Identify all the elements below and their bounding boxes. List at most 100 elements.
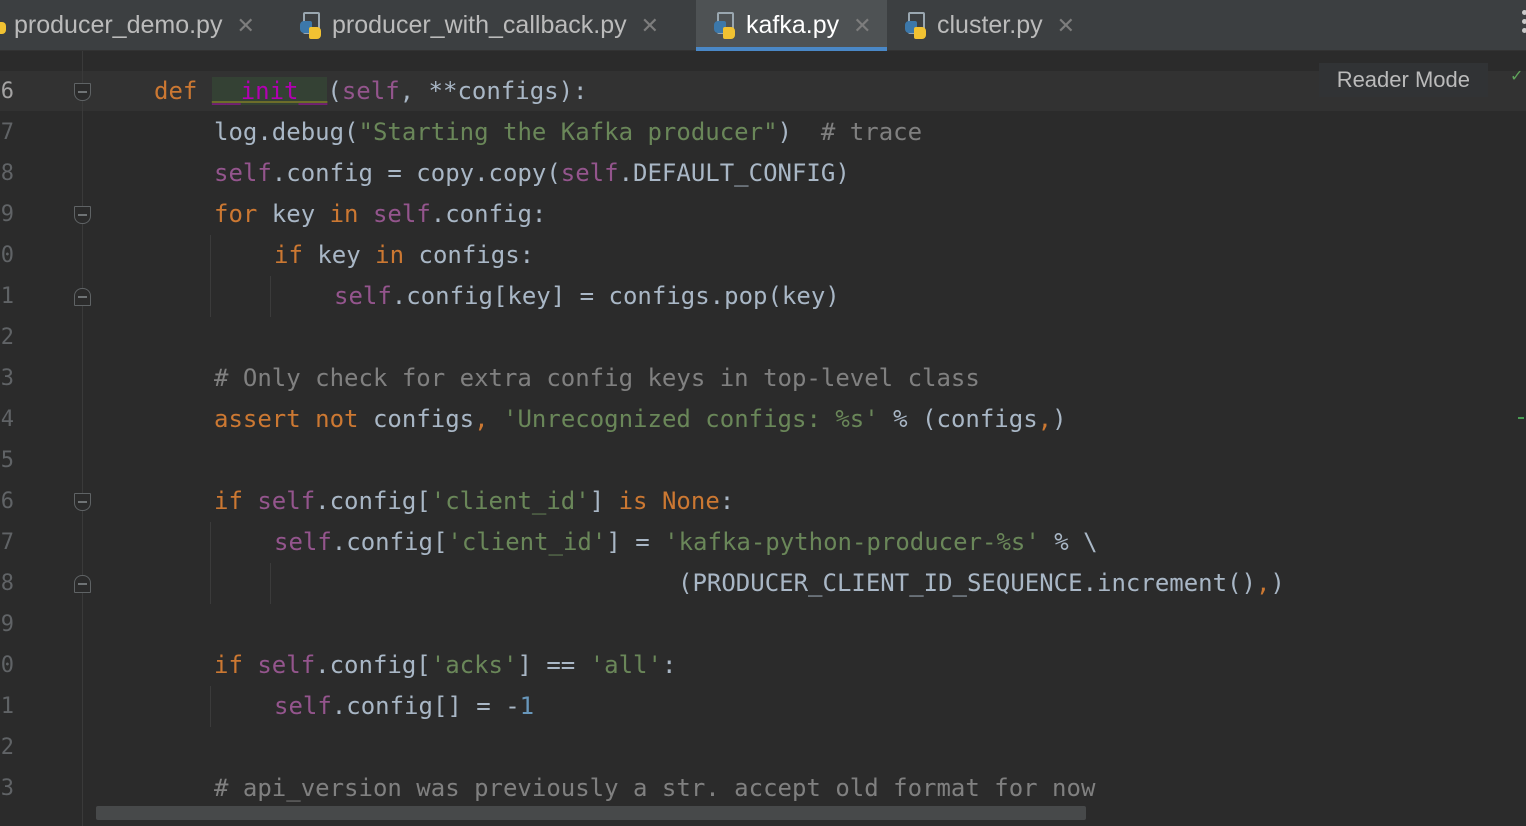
code-text: : xyxy=(661,651,677,679)
code-line: self.config[key] = configs.pop(key) xyxy=(334,276,840,317)
line-number: 5 xyxy=(0,448,14,473)
fold-marker-icon[interactable] xyxy=(74,83,91,101)
code-text: ] == xyxy=(517,651,590,679)
editor-tab-bar: producer_demo.py ✕ producer_with_callbac… xyxy=(0,0,1526,51)
fold-marker-icon[interactable] xyxy=(74,288,91,306)
line-number: 9 xyxy=(0,612,14,637)
code-text: ) xyxy=(1052,405,1067,433)
code-text: .config: xyxy=(430,200,547,228)
self-keyword: self xyxy=(214,159,272,187)
code-line: self.config = copy.copy(self.DEFAULT_CON… xyxy=(214,153,850,194)
function-name: __init__ xyxy=(211,77,328,105)
code-text: , xyxy=(1255,569,1271,597)
line-number: 0 xyxy=(0,653,14,678)
line-number: 2 xyxy=(0,735,14,760)
tab-producer-with-callback[interactable]: producer_with_callback.py ✕ xyxy=(300,0,659,51)
reader-mode-button[interactable]: Reader Mode xyxy=(1318,63,1488,97)
code-text: ) xyxy=(1270,569,1285,597)
indent-guide xyxy=(270,563,271,604)
code-text: % (configs xyxy=(878,405,1038,433)
code-text: configs xyxy=(358,405,475,433)
code-text: .config[ xyxy=(315,487,431,515)
code-text: ( xyxy=(327,77,342,105)
more-tabs-icon[interactable] xyxy=(1520,10,1526,40)
code-text: log.debug( xyxy=(214,118,359,146)
string-literal: 'Unrecognized configs: %s' xyxy=(503,405,879,433)
self-keyword: self xyxy=(560,159,619,187)
number-literal: 1 xyxy=(519,692,535,720)
inspection-ok-icon[interactable]: ✓ xyxy=(1510,68,1523,84)
close-icon[interactable]: ✕ xyxy=(236,13,254,39)
keyword: if xyxy=(214,487,243,515)
code-line: self.config[] = -1 xyxy=(274,686,534,727)
code-line: log.debug("Starting the Kafka producer")… xyxy=(214,112,922,153)
code-text: .DEFAULT_CONFIG) xyxy=(618,159,850,187)
code-text: configs: xyxy=(404,241,535,269)
tab-label: producer_demo.py xyxy=(14,11,223,39)
code-text: .config[ xyxy=(331,528,448,556)
string-literal: "Starting the Kafka producer" xyxy=(358,118,778,146)
code-text: ] = - xyxy=(447,692,520,720)
python-file-icon xyxy=(0,12,6,40)
horizontal-scrollbar[interactable] xyxy=(96,806,1086,820)
close-icon[interactable]: ✕ xyxy=(641,13,659,39)
keyword: is xyxy=(618,487,648,515)
error-stripe-mark[interactable] xyxy=(1518,417,1524,419)
code-text: (PRODUCER_CLIENT_ID_SEQUENCE.increment() xyxy=(678,569,1256,597)
comment: # trace xyxy=(820,118,923,146)
code-text: .config = copy.copy( xyxy=(271,159,561,187)
keyword: if xyxy=(274,241,303,269)
tab-label: producer_with_callback.py xyxy=(332,11,627,39)
keyword: None xyxy=(661,487,720,515)
python-file-icon xyxy=(905,11,929,40)
code-text: : xyxy=(719,487,735,515)
fold-marker-icon[interactable] xyxy=(74,493,91,511)
indent-guide xyxy=(270,276,271,317)
line-number: 0 xyxy=(0,243,14,268)
close-icon[interactable]: ✕ xyxy=(1057,13,1075,39)
string-literal: 'client_id' xyxy=(430,487,590,515)
self-keyword: self xyxy=(274,692,332,720)
fold-marker-icon[interactable] xyxy=(74,206,91,224)
string-literal: 'kafka-python-producer-%s' xyxy=(664,528,1040,556)
keyword: if xyxy=(214,651,243,679)
tab-producer-demo[interactable]: producer_demo.py ✕ xyxy=(0,0,255,51)
fold-marker-icon[interactable] xyxy=(74,575,91,593)
code-line: assert not configs, 'Unrecognized config… xyxy=(214,399,1067,440)
code-text: ) xyxy=(777,118,821,146)
line-number: 2 xyxy=(0,325,14,350)
code-editor[interactable]: 6 7 8 9 0 1 2 3 4 5 6 7 8 9 0 1 2 3 def … xyxy=(0,51,1526,826)
code-text: , xyxy=(1037,405,1053,433)
line-number: 7 xyxy=(0,530,14,555)
line-number: 3 xyxy=(0,776,14,801)
tab-cluster[interactable]: cluster.py ✕ xyxy=(905,0,1075,51)
string-literal: 'all' xyxy=(589,651,662,679)
tab-label: kafka.py xyxy=(746,11,840,39)
code-text: .config[key] = configs.pop(key) xyxy=(391,282,840,310)
code-line: if key in configs: xyxy=(274,235,534,276)
code-line: (PRODUCER_CLIENT_ID_SEQUENCE.increment()… xyxy=(678,563,1285,604)
line-number: 6 xyxy=(0,489,14,514)
comment: # Only check for extra config keys in to… xyxy=(214,364,980,392)
indent-guide xyxy=(210,522,211,604)
code-line: if self.config['client_id'] is None: xyxy=(214,481,734,522)
code-text: key xyxy=(257,200,330,228)
indent-guide xyxy=(210,686,211,727)
self-keyword: self xyxy=(334,282,392,310)
close-icon[interactable]: ✕ xyxy=(853,13,871,39)
line-number: 7 xyxy=(0,120,14,145)
code-text: key xyxy=(302,241,376,269)
code-text: ] xyxy=(589,487,619,515)
line-number: 1 xyxy=(0,694,14,719)
comment: # api_version was previously a str. acce… xyxy=(214,774,1096,802)
code-text: .config[ xyxy=(315,651,431,679)
python-file-icon xyxy=(714,11,738,40)
keyword: not xyxy=(315,405,359,433)
keyword: for xyxy=(214,200,258,228)
tab-kafka[interactable]: kafka.py ✕ xyxy=(696,0,887,51)
